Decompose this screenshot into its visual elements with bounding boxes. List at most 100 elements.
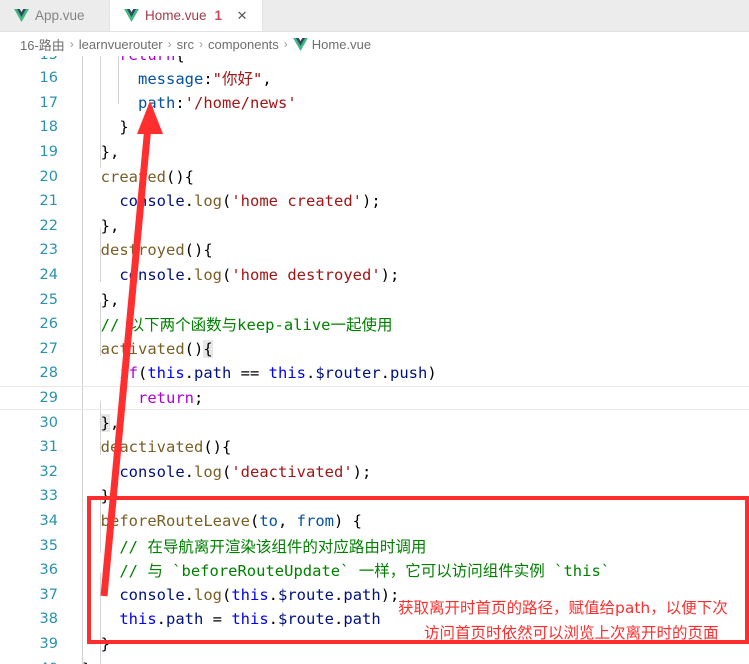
code-line-content: if(this.path == this.$router.push) [119, 364, 437, 383]
code-line[interactable]: 21 console.log('home created'); [0, 189, 749, 214]
code-line[interactable]: 28 if(this.path == this.$router.push) [0, 361, 749, 386]
line-number: 26 [39, 316, 58, 333]
code-line[interactable]: 25 }, [0, 287, 749, 312]
code-line[interactable]: 33 }, [0, 484, 749, 509]
code-line[interactable]: 36 // 与 `beforeRouteUpdate` 一样，它可以访问组件实例… [0, 558, 749, 583]
code-line-content: console.log('home created'); [119, 192, 381, 211]
chevron-right-icon: › [283, 37, 288, 51]
code-line-content: // 在导航离开渲染该组件的对应路由时调用 [82, 537, 427, 556]
vue-file-icon [124, 9, 139, 22]
code-line-content: } [100, 634, 111, 653]
vue-file-icon [14, 9, 29, 22]
code-line[interactable]: 22 }, [0, 214, 749, 239]
breadcrumb: 16-路由 › learnvuerouter › src › component… [0, 32, 749, 56]
line-number: 18 [39, 119, 58, 136]
line-number: 34 [39, 512, 58, 529]
code-line-content: // 以下两个函数与keep-alive一起使用 [82, 316, 393, 335]
chevron-right-icon: › [69, 37, 74, 51]
code-line-content: return{ [82, 56, 749, 64]
code-line[interactable]: 32 console.log('deactivated'); [0, 460, 749, 485]
code-line[interactable]: 26 // 以下两个函数与keep-alive一起使用 [0, 312, 749, 337]
code-line[interactable]: 31 deactivated(){ [0, 435, 749, 460]
line-number: 29 [39, 390, 58, 407]
line-number: 25 [39, 291, 58, 308]
chevron-right-icon: › [167, 37, 172, 51]
tab-label: App.vue [35, 8, 85, 23]
code-line[interactable]: 20 created(){ [0, 164, 749, 189]
code-line-content: }, [100, 290, 120, 309]
line-number: 22 [39, 217, 58, 234]
line-number: 17 [39, 94, 58, 111]
code-line[interactable]: 37 console.log(this.$route.path); [0, 582, 749, 607]
code-line-content: console.log('home destroyed'); [119, 266, 400, 285]
line-number: 27 [39, 340, 58, 357]
code-line-active[interactable]: 29 return; [0, 385, 749, 411]
line-number: 33 [39, 488, 58, 505]
line-number: 19 [39, 144, 58, 161]
breadcrumb-item-learnvuerouter[interactable]: learnvuerouter [79, 37, 163, 52]
breadcrumb-item-components[interactable]: components [208, 37, 279, 52]
code-line-content: beforeRouteLeave(to, from) { [100, 511, 362, 530]
code-line-content: // 与 `beforeRouteUpdate` 一样，它可以访问组件实例 `t… [82, 562, 611, 581]
code-line-content: }, [100, 487, 120, 506]
code-line-content: path:'/home/news' [138, 93, 297, 112]
line-number: 37 [39, 586, 58, 603]
line-number: 20 [39, 168, 58, 185]
code-line-content: console.log(this.$route.path); [119, 585, 400, 604]
line-number: 36 [39, 562, 58, 579]
line-number: 31 [39, 439, 58, 456]
code-line[interactable]: 39 } [0, 632, 749, 657]
code-line-content: message:"你好", [138, 70, 272, 89]
line-number: 32 [39, 463, 58, 480]
line-number: 40 [0, 661, 58, 664]
line-number: 28 [39, 365, 58, 382]
code-line-content: deactivated(){ [100, 438, 232, 457]
line-number: 24 [39, 267, 58, 284]
vue-file-icon [292, 37, 308, 51]
code-line-content: } [119, 118, 129, 137]
close-icon[interactable]: ✕ [234, 8, 250, 24]
code-line[interactable]: 35 // 在导航离开渲染该组件的对应路由时调用 [0, 533, 749, 558]
breadcrumb-item-project[interactable]: 16-路由 [20, 35, 65, 54]
line-number: 21 [39, 193, 58, 210]
line-number: 39 [39, 635, 58, 652]
breadcrumb-item-src[interactable]: src [177, 37, 194, 52]
code-line[interactable]: 27 activated(){ [0, 337, 749, 362]
code-line-content: destroyed(){ [100, 241, 213, 260]
code-line[interactable]: 34 beforeRouteLeave(to, from) { [0, 509, 749, 534]
line-number: 30 [39, 414, 58, 431]
code-line-content: } [82, 660, 749, 664]
code-line-content: activated(){ [100, 339, 213, 358]
breadcrumb-item-file[interactable]: Home.vue [292, 36, 372, 52]
code-line-content: created(){ [100, 167, 194, 186]
line-number: 38 [39, 611, 58, 628]
code-line-content: }, [100, 413, 120, 432]
code-line[interactable]: 38 this.path = this.$route.path [0, 607, 749, 632]
code-line[interactable]: 30 }, [0, 410, 749, 435]
code-line[interactable]: 24 console.log('home destroyed'); [0, 263, 749, 288]
code-line-content: console.log('deactivated'); [119, 462, 372, 481]
chevron-right-icon: › [198, 37, 203, 51]
tab-home-vue[interactable]: Home.vue 1 ✕ [110, 0, 264, 31]
tab-error-badge: 1 [214, 8, 223, 23]
code-line-content: return; [138, 389, 204, 408]
code-editor[interactable]: 15 return{ 16 message:"你好", 17 path:'/ho… [0, 56, 749, 664]
line-number: 15 [0, 56, 58, 63]
code-line[interactable]: 16 message:"你好", [0, 66, 749, 91]
code-line-content: }, [100, 216, 120, 235]
code-line[interactable]: 40 } [0, 656, 749, 664]
breadcrumb-file-label: Home.vue [311, 36, 372, 52]
code-line[interactable]: 23 destroyed(){ [0, 238, 749, 263]
code-line[interactable]: 15 return{ [0, 56, 749, 66]
code-line-content: this.path = this.$route.path [119, 610, 381, 629]
code-line-content: }, [100, 143, 120, 162]
line-number: 23 [39, 242, 58, 259]
code-line[interactable]: 19 }, [0, 140, 749, 165]
code-line[interactable]: 17 path:'/home/news' [0, 91, 749, 116]
tab-label: Home.vue [145, 8, 207, 23]
tab-app-vue[interactable]: App.vue [0, 0, 110, 31]
line-number: 35 [39, 537, 58, 554]
editor-tab-bar: App.vue Home.vue 1 ✕ [0, 0, 749, 32]
line-number: 16 [39, 70, 58, 87]
code-line[interactable]: 18 } [0, 115, 749, 140]
